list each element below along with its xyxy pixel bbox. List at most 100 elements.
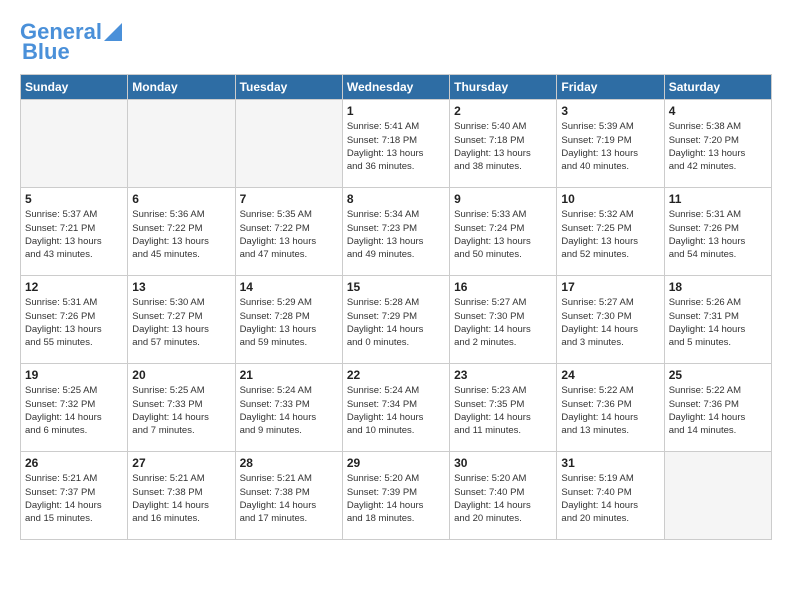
page-header: General Blue bbox=[20, 20, 772, 64]
day-number: 23 bbox=[454, 368, 552, 382]
day-number: 2 bbox=[454, 104, 552, 118]
calendar-cell: 28 Sunrise: 5:21 AMSunset: 7:38 PMDayligh… bbox=[235, 452, 342, 540]
calendar-cell: 13 Sunrise: 5:30 AMSunset: 7:27 PMDayligh… bbox=[128, 276, 235, 364]
calendar-cell bbox=[664, 452, 771, 540]
calendar-cell: 20 Sunrise: 5:25 AMSunset: 7:33 PMDayligh… bbox=[128, 364, 235, 452]
day-number: 1 bbox=[347, 104, 445, 118]
calendar-cell: 6 Sunrise: 5:36 AMSunset: 7:22 PMDaylight… bbox=[128, 188, 235, 276]
day-number: 9 bbox=[454, 192, 552, 206]
calendar-day-header: Monday bbox=[128, 75, 235, 100]
day-number: 18 bbox=[669, 280, 767, 294]
calendar-day-header: Saturday bbox=[664, 75, 771, 100]
day-info: Sunrise: 5:21 AMSunset: 7:38 PMDaylight:… bbox=[132, 472, 230, 525]
calendar-cell: 14 Sunrise: 5:29 AMSunset: 7:28 PMDayligh… bbox=[235, 276, 342, 364]
day-info: Sunrise: 5:35 AMSunset: 7:22 PMDaylight:… bbox=[240, 208, 338, 261]
calendar-cell: 24Sunrise: 5:22 AMSunset: 7:36 PMDayligh… bbox=[557, 364, 664, 452]
day-number: 26 bbox=[25, 456, 123, 470]
calendar-cell: 18 Sunrise: 5:26 AMSunset: 7:31 PMDayligh… bbox=[664, 276, 771, 364]
day-info: Sunrise: 5:27 AMSunset: 7:30 PMDaylight:… bbox=[561, 296, 659, 349]
calendar-day-header: Friday bbox=[557, 75, 664, 100]
calendar-cell: 3Sunrise: 5:39 AMSunset: 7:19 PMDaylight… bbox=[557, 100, 664, 188]
calendar-day-header: Wednesday bbox=[342, 75, 449, 100]
day-info: Sunrise: 5:27 AMSunset: 7:30 PMDaylight:… bbox=[454, 296, 552, 349]
day-info: Sunrise: 5:33 AMSunset: 7:24 PMDaylight:… bbox=[454, 208, 552, 261]
calendar-cell: 11Sunrise: 5:31 AMSunset: 7:26 PMDayligh… bbox=[664, 188, 771, 276]
day-info: Sunrise: 5:32 AMSunset: 7:25 PMDaylight:… bbox=[561, 208, 659, 261]
day-number: 13 bbox=[132, 280, 230, 294]
calendar-cell: 5Sunrise: 5:37 AMSunset: 7:21 PMDaylight… bbox=[21, 188, 128, 276]
day-number: 17 bbox=[561, 280, 659, 294]
day-info: Sunrise: 5:31 AMSunset: 7:26 PMDaylight:… bbox=[25, 296, 123, 349]
calendar-cell: 12Sunrise: 5:31 AMSunset: 7:26 PMDayligh… bbox=[21, 276, 128, 364]
calendar-week-row: 5Sunrise: 5:37 AMSunset: 7:21 PMDaylight… bbox=[21, 188, 772, 276]
calendar-day-header: Tuesday bbox=[235, 75, 342, 100]
calendar-week-row: 26 Sunrise: 5:21 AMSunset: 7:37 PMDayligh… bbox=[21, 452, 772, 540]
day-number: 15 bbox=[347, 280, 445, 294]
day-number: 30 bbox=[454, 456, 552, 470]
calendar-cell: 25 Sunrise: 5:22 AMSunset: 7:36 PMDayligh… bbox=[664, 364, 771, 452]
day-info: Sunrise: 5:28 AMSunset: 7:29 PMDaylight:… bbox=[347, 296, 445, 349]
calendar-cell bbox=[128, 100, 235, 188]
day-number: 21 bbox=[240, 368, 338, 382]
day-number: 7 bbox=[240, 192, 338, 206]
day-info: Sunrise: 5:30 AMSunset: 7:27 PMDaylight:… bbox=[132, 296, 230, 349]
day-info: Sunrise: 5:25 AMSunset: 7:32 PMDaylight:… bbox=[25, 384, 123, 437]
day-number: 29 bbox=[347, 456, 445, 470]
calendar-cell: 15 Sunrise: 5:28 AMSunset: 7:29 PMDayligh… bbox=[342, 276, 449, 364]
calendar-cell: 17 Sunrise: 5:27 AMSunset: 7:30 PMDayligh… bbox=[557, 276, 664, 364]
day-number: 27 bbox=[132, 456, 230, 470]
day-info: Sunrise: 5:40 AMSunset: 7:18 PMDaylight:… bbox=[454, 120, 552, 173]
day-number: 16 bbox=[454, 280, 552, 294]
day-info: Sunrise: 5:41 AMSunset: 7:18 PMDaylight:… bbox=[347, 120, 445, 173]
calendar-table: SundayMondayTuesdayWednesdayThursdayFrid… bbox=[20, 74, 772, 540]
day-info: Sunrise: 5:24 AMSunset: 7:33 PMDaylight:… bbox=[240, 384, 338, 437]
calendar-day-header: Thursday bbox=[450, 75, 557, 100]
logo: General Blue bbox=[20, 20, 122, 64]
day-info: Sunrise: 5:37 AMSunset: 7:21 PMDaylight:… bbox=[25, 208, 123, 261]
day-info: Sunrise: 5:38 AMSunset: 7:20 PMDaylight:… bbox=[669, 120, 767, 173]
day-info: Sunrise: 5:21 AMSunset: 7:37 PMDaylight:… bbox=[25, 472, 123, 525]
calendar-cell: 8Sunrise: 5:34 AMSunset: 7:23 PMDaylight… bbox=[342, 188, 449, 276]
calendar-cell: 4Sunrise: 5:38 AMSunset: 7:20 PMDaylight… bbox=[664, 100, 771, 188]
calendar-cell: 23Sunrise: 5:23 AMSunset: 7:35 PMDayligh… bbox=[450, 364, 557, 452]
calendar-cell: 2 Sunrise: 5:40 AMSunset: 7:18 PMDaylight… bbox=[450, 100, 557, 188]
calendar-cell: 16 Sunrise: 5:27 AMSunset: 7:30 PMDayligh… bbox=[450, 276, 557, 364]
day-number: 22 bbox=[347, 368, 445, 382]
day-info: Sunrise: 5:34 AMSunset: 7:23 PMDaylight:… bbox=[347, 208, 445, 261]
calendar-week-row: 12Sunrise: 5:31 AMSunset: 7:26 PMDayligh… bbox=[21, 276, 772, 364]
day-info: Sunrise: 5:26 AMSunset: 7:31 PMDaylight:… bbox=[669, 296, 767, 349]
calendar-cell: 1 Sunrise: 5:41 AMSunset: 7:18 PMDaylight… bbox=[342, 100, 449, 188]
calendar-cell: 31 Sunrise: 5:19 AMSunset: 7:40 PMDayligh… bbox=[557, 452, 664, 540]
day-number: 24 bbox=[561, 368, 659, 382]
calendar-cell: 19 Sunrise: 5:25 AMSunset: 7:32 PMDayligh… bbox=[21, 364, 128, 452]
day-number: 20 bbox=[132, 368, 230, 382]
day-number: 10 bbox=[561, 192, 659, 206]
day-number: 31 bbox=[561, 456, 659, 470]
day-number: 28 bbox=[240, 456, 338, 470]
day-info: Sunrise: 5:20 AMSunset: 7:40 PMDaylight:… bbox=[454, 472, 552, 525]
day-info: Sunrise: 5:19 AMSunset: 7:40 PMDaylight:… bbox=[561, 472, 659, 525]
calendar-cell: 7 Sunrise: 5:35 AMSunset: 7:22 PMDaylight… bbox=[235, 188, 342, 276]
day-number: 14 bbox=[240, 280, 338, 294]
day-number: 6 bbox=[132, 192, 230, 206]
day-number: 19 bbox=[25, 368, 123, 382]
day-number: 25 bbox=[669, 368, 767, 382]
calendar-cell bbox=[21, 100, 128, 188]
calendar-week-row: 19 Sunrise: 5:25 AMSunset: 7:32 PMDayligh… bbox=[21, 364, 772, 452]
day-info: Sunrise: 5:29 AMSunset: 7:28 PMDaylight:… bbox=[240, 296, 338, 349]
day-info: Sunrise: 5:36 AMSunset: 7:22 PMDaylight:… bbox=[132, 208, 230, 261]
day-info: Sunrise: 5:22 AMSunset: 7:36 PMDaylight:… bbox=[669, 384, 767, 437]
day-number: 3 bbox=[561, 104, 659, 118]
day-info: Sunrise: 5:24 AMSunset: 7:34 PMDaylight:… bbox=[347, 384, 445, 437]
calendar-header-row: SundayMondayTuesdayWednesdayThursdayFrid… bbox=[21, 75, 772, 100]
calendar-cell bbox=[235, 100, 342, 188]
calendar-cell: 10 Sunrise: 5:32 AMSunset: 7:25 PMDayligh… bbox=[557, 188, 664, 276]
calendar-cell: 27 Sunrise: 5:21 AMSunset: 7:38 PMDayligh… bbox=[128, 452, 235, 540]
day-info: Sunrise: 5:25 AMSunset: 7:33 PMDaylight:… bbox=[132, 384, 230, 437]
calendar-cell: 22 Sunrise: 5:24 AMSunset: 7:34 PMDayligh… bbox=[342, 364, 449, 452]
calendar-cell: 29 Sunrise: 5:20 AMSunset: 7:39 PMDayligh… bbox=[342, 452, 449, 540]
logo-blue: Blue bbox=[22, 40, 70, 64]
day-info: Sunrise: 5:20 AMSunset: 7:39 PMDaylight:… bbox=[347, 472, 445, 525]
logo-arrow-icon bbox=[104, 23, 122, 41]
day-info: Sunrise: 5:21 AMSunset: 7:38 PMDaylight:… bbox=[240, 472, 338, 525]
